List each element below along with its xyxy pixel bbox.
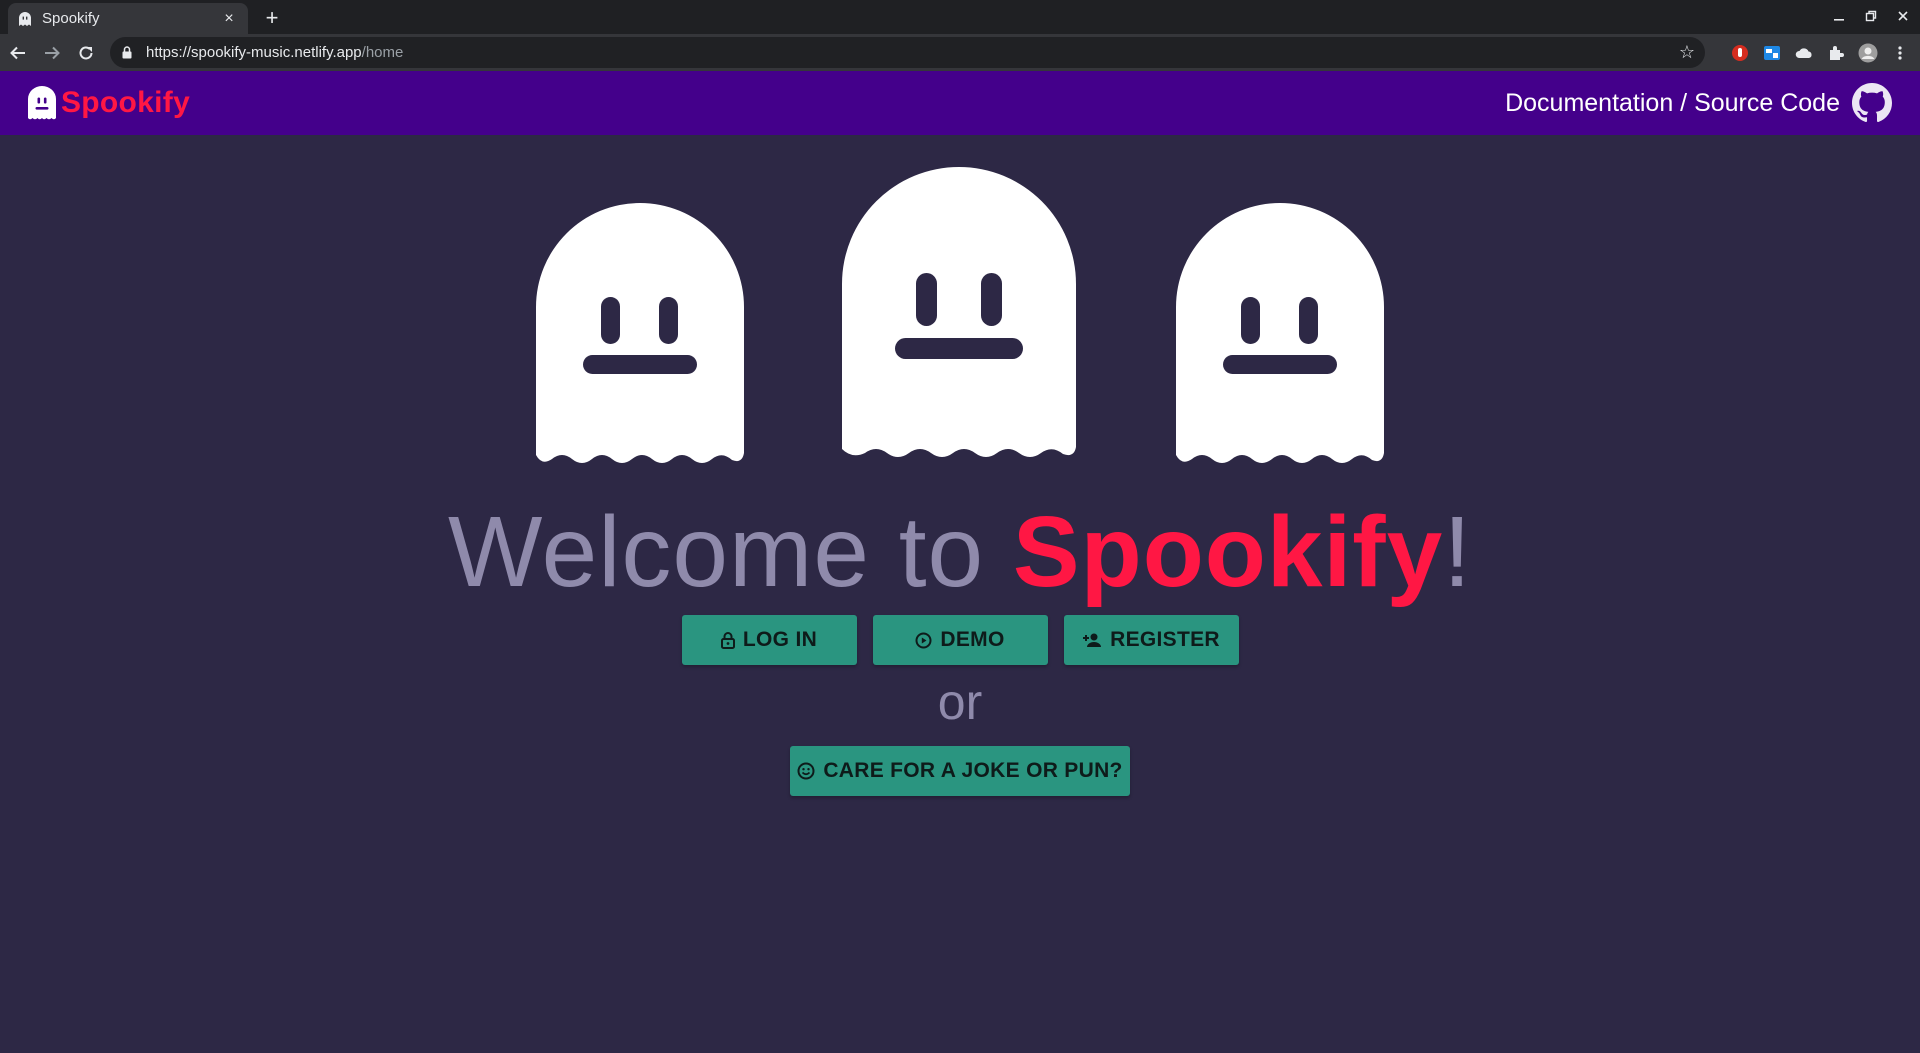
login-label: LOG IN [742,628,818,651]
forward-icon [45,46,60,59]
extensions-icon[interactable] [1826,43,1846,63]
reload-button[interactable] [70,37,102,69]
new-tab-button[interactable]: + [258,4,286,32]
welcome-heading: Welcome to Spookify! [0,495,1920,610]
lock-icon [720,631,735,649]
profile-icon[interactable] [1858,43,1878,63]
restore-icon[interactable] [1862,10,1880,25]
tab-close-icon[interactable]: × [220,10,238,28]
url-path: /home [361,44,404,61]
documentation-link[interactable]: Documentation / Source Code [1505,89,1840,118]
joke-button[interactable]: CARE FOR A JOKE OR PUN? [790,746,1130,796]
joke-wrapper: CARE FOR A JOKE OR PUN? [0,746,1920,796]
demo-label: DEMO [940,628,1005,651]
joke-label: CARE FOR A JOKE OR PUN? [823,759,1123,782]
back-icon [10,46,25,59]
add-user-icon [1083,633,1102,647]
auth-actions: LOG IN DEMO REGISTER [0,615,1920,665]
tab-title: Spookify [42,10,100,27]
forward-button[interactable] [36,37,68,69]
browser-tab[interactable]: Spookify × [8,3,248,34]
brand-name: Spookify [61,86,191,119]
menu-icon[interactable] [1890,43,1910,63]
browser-toolbar: https://spookify-music.netlify.app/home … [0,34,1920,71]
ghost-favicon-icon [18,11,32,26]
demo-button[interactable]: DEMO [872,615,1048,665]
brand-link[interactable]: Spookify [28,86,190,120]
or-separator: or [937,674,983,730]
address-bar[interactable]: https://spookify-music.netlify.app/home … [110,37,1705,68]
app-header: Spookify Documentation / Source Code [0,71,1920,135]
header-links: Documentation / Source Code [1505,83,1892,123]
close-window-icon[interactable] [1894,10,1912,25]
minimize-icon[interactable] [1830,10,1848,25]
browser-tabstrip: Spookify × + [0,0,1920,34]
github-icon[interactable] [1852,83,1892,123]
ghost-logo-icon [28,86,56,120]
window-controls [1830,0,1912,34]
lock-icon [122,46,138,59]
welcome-suffix: ! [1443,496,1472,608]
url-host: https://spookify-music.netlify.app [146,44,362,61]
adblock-extension-icon[interactable] [1730,43,1750,63]
reload-icon [79,45,93,59]
main-content: Welcome to Spookify! LOG IN DEMO REGISTE… [0,135,1920,1053]
window-extension-icon[interactable] [1762,43,1782,63]
star-icon[interactable]: ☆ [1679,42,1695,63]
register-label: REGISTER [1110,628,1220,651]
back-button[interactable] [2,37,34,69]
register-button[interactable]: REGISTER [1063,615,1239,665]
extension-icons [1730,37,1910,68]
welcome-prefix: Welcome to [448,496,1013,608]
cloud-extension-icon[interactable] [1794,43,1814,63]
smile-icon [797,762,815,780]
welcome-brand: Spookify [1012,496,1444,608]
play-circle-icon [915,632,932,648]
login-button[interactable]: LOG IN [681,615,857,665]
